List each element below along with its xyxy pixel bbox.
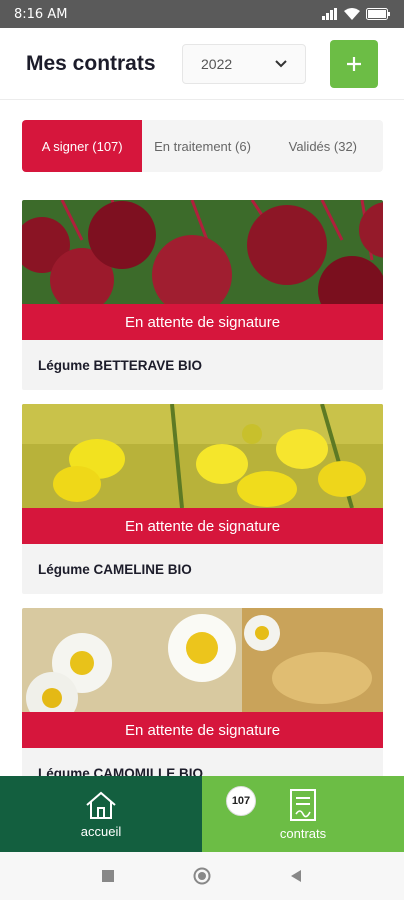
tab-en-traitement[interactable]: En traitement (6) [142, 120, 262, 172]
contract-list: En attente de signature Légume BETTERAVE… [22, 200, 383, 776]
status-badge: En attente de signature [22, 712, 383, 748]
recents-icon[interactable] [101, 869, 115, 883]
home-circle-icon[interactable] [193, 867, 211, 885]
plus-icon [347, 56, 361, 71]
contract-name: Légume BETTERAVE BIO [38, 358, 203, 373]
contract-card[interactable]: En attente de signature Légume CAMELINE … [22, 404, 383, 594]
status-bar: 8:16 AM [0, 0, 404, 28]
contract-card[interactable]: En attente de signature Légume BETTERAVE… [22, 200, 383, 390]
status-time: 8:16 AM [14, 6, 68, 22]
nav-accueil[interactable]: accueil [0, 776, 202, 852]
document-icon [290, 788, 316, 821]
app-header: Mes contrats 2022 [0, 28, 404, 100]
nav-contrats-label: contrats [279, 825, 327, 841]
wifi-icon [344, 8, 360, 20]
yellow-flowers-image [22, 404, 383, 508]
chamomile-image [22, 608, 383, 712]
contract-name: Légume CAMELINE BIO [38, 562, 192, 577]
back-icon[interactable] [289, 869, 303, 883]
bottom-navigation: accueil contrats 107 [0, 776, 404, 852]
system-navigation-bar [0, 852, 404, 900]
year-select[interactable]: 2022 [182, 43, 306, 84]
status-badge: En attente de signature [22, 508, 383, 544]
signal-icon [322, 8, 337, 20]
page-title: Mes contrats [26, 51, 156, 75]
tab-a-signer[interactable]: A signer (107) [22, 120, 143, 172]
nav-accueil-label: accueil [80, 823, 122, 839]
status-badge: En attente de signature [22, 304, 383, 340]
beetroot-image [22, 200, 383, 304]
add-contract-button[interactable] [330, 39, 378, 88]
contract-name: Légume CAMOMILLE BIO [38, 766, 203, 776]
year-select-value: 2022 [201, 55, 233, 72]
tab-valides[interactable]: Validés (32) [263, 120, 383, 172]
contracts-count-badge: 107 [226, 786, 256, 816]
battery-icon [366, 8, 390, 20]
chevron-down-icon [275, 59, 287, 67]
contract-status-tabs: A signer (107) En traitement (6) Validés… [22, 120, 383, 172]
status-icons [322, 8, 390, 20]
contract-card[interactable]: En attente de signature Légume CAMOMILLE… [22, 608, 383, 776]
home-icon [86, 791, 116, 819]
